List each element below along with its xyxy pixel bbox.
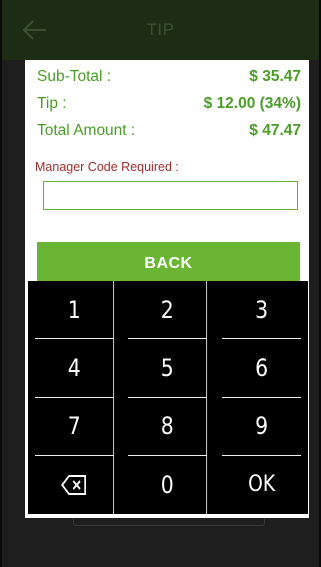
page-title: TIP xyxy=(146,20,175,39)
key-3[interactable]: 3 xyxy=(221,281,301,340)
tip-value: $ 12.00 (34%) xyxy=(203,95,301,112)
background-panel-edge xyxy=(73,517,265,526)
total-row: Total Amount : $ 47.47 xyxy=(37,122,301,144)
key-9[interactable]: 9 xyxy=(221,398,301,456)
tip-row: Tip : $ 12.00 (34%) xyxy=(37,95,301,117)
key-backspace[interactable] xyxy=(35,455,115,514)
back-button[interactable]: BACK xyxy=(37,242,300,282)
key-6[interactable]: 6 xyxy=(221,339,301,398)
backspace-icon xyxy=(61,474,87,495)
key-1[interactable]: 1 xyxy=(34,281,115,340)
key-4[interactable]: 4 xyxy=(34,339,115,398)
total-label: Total Amount : xyxy=(37,122,136,139)
manager-code-label: Manager Code Required : xyxy=(35,160,179,174)
device-frame-left xyxy=(0,0,2,567)
key-2[interactable]: 2 xyxy=(128,281,208,340)
subtotal-value: $ 35.47 xyxy=(249,68,301,85)
key-8[interactable]: 8 xyxy=(128,397,208,456)
subtotal-label: Sub-Total : xyxy=(37,68,112,85)
tip-label: Tip : xyxy=(37,95,67,112)
key-ok[interactable]: OK xyxy=(222,456,301,514)
key-5[interactable]: 5 xyxy=(128,339,208,398)
manager-code-input[interactable] xyxy=(43,181,298,210)
key-7[interactable]: 7 xyxy=(34,397,115,456)
numeric-keypad: 1 2 3 4 5 6 7 8 9 0 OK xyxy=(28,281,308,514)
app-bar: TIP xyxy=(0,0,321,60)
subtotal-row: Sub-Total : $ 35.47 xyxy=(37,68,301,90)
key-0[interactable]: 0 xyxy=(128,455,208,514)
total-value: $ 47.47 xyxy=(249,122,301,139)
